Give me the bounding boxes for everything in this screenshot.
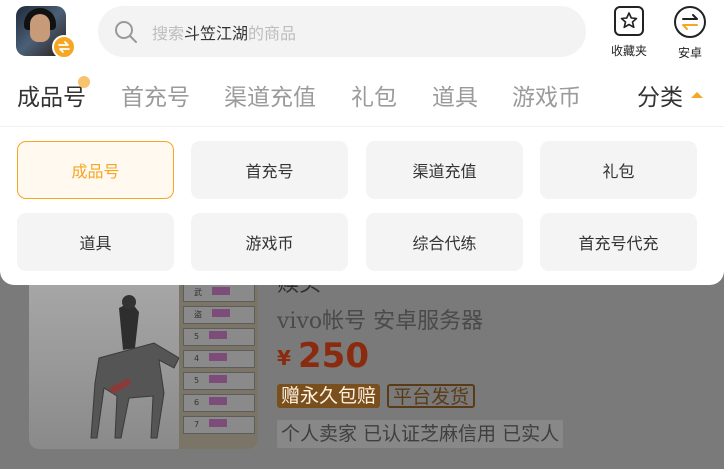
favorites-label: 收藏夹 <box>610 44 647 58</box>
platform-switch-button[interactable]: 安卓 <box>666 6 714 60</box>
hot-indicator <box>78 76 90 88</box>
favorites-button[interactable]: 收藏夹 <box>605 6 653 60</box>
game-icon-face <box>30 14 50 42</box>
platform-shipping-badge: 平台发货 <box>387 384 476 408</box>
seller-info: 个人卖家 已认证芝麻信用 已实人 <box>277 420 564 448</box>
star-icon <box>614 6 644 36</box>
search-icon <box>115 21 137 43</box>
swap-icon <box>674 6 706 38</box>
tab-first-recharge[interactable]: 首充号 <box>121 78 190 112</box>
category-tabs: 成品号 首充号 渠道充值 礼包 道具 游戏币 分类 <box>0 72 724 118</box>
switch-game-icon[interactable] <box>52 35 76 59</box>
listing-subtitle: vivo帐号 安卓服务器 <box>277 309 484 334</box>
grid-item-boosting[interactable]: 综合代练 <box>366 213 523 271</box>
grid-item-channel-recharge[interactable]: 渠道充值 <box>366 141 523 199</box>
stats-row: 5 <box>183 372 255 390</box>
product-image[interactable]: 武 盗 5 4 5 6 7 <box>29 268 258 449</box>
tab-gift-pack[interactable]: 礼包 <box>351 78 397 112</box>
grid-item-items[interactable]: 道具 <box>17 213 174 271</box>
grid-item-finished-account[interactable]: 成品号 <box>17 141 174 199</box>
tab-items[interactable]: 道具 <box>432 78 478 112</box>
horse-rider-illustration <box>90 295 180 439</box>
tab-game-currency[interactable]: 游戏币 <box>512 78 581 112</box>
stats-row: 6 <box>183 394 255 412</box>
chevron-up-icon <box>691 92 703 98</box>
listing-price: 250 <box>298 336 369 376</box>
currency-symbol: ¥ <box>277 346 291 370</box>
stats-row: 武 <box>183 284 255 302</box>
tab-finished-account[interactable]: 成品号 <box>17 78 86 112</box>
grid-item-game-currency[interactable]: 游戏币 <box>191 213 348 271</box>
stats-row: 5 <box>183 328 255 346</box>
tab-channel-recharge[interactable]: 渠道充值 <box>224 78 316 112</box>
grid-item-first-recharge-topup[interactable]: 首充号代充 <box>540 213 697 271</box>
search-input[interactable]: 搜索斗笠江湖的商品 <box>98 6 586 57</box>
stats-row: 7 <box>183 416 255 434</box>
platform-label: 安卓 <box>677 46 702 60</box>
grid-item-gift-pack[interactable]: 礼包 <box>540 141 697 199</box>
guarantee-badge: 赠永久包赔 <box>277 384 381 408</box>
stats-row: 4 <box>183 350 255 368</box>
stats-table: 武 盗 5 4 5 6 7 <box>179 278 258 449</box>
stats-row: 盗 <box>183 306 255 324</box>
search-placeholder: 搜索斗笠江湖的商品 <box>152 24 297 43</box>
category-dropdown-panel: 搜索斗笠江湖的商品 收藏夹 安卓 成品号 首充号 渠道充值 礼包 道具 游戏币 … <box>0 0 724 285</box>
divider <box>0 126 724 127</box>
grid-item-first-recharge[interactable]: 首充号 <box>191 141 348 199</box>
category-toggle-button[interactable]: 分类 <box>622 72 724 118</box>
category-label: 分类 <box>637 85 683 111</box>
